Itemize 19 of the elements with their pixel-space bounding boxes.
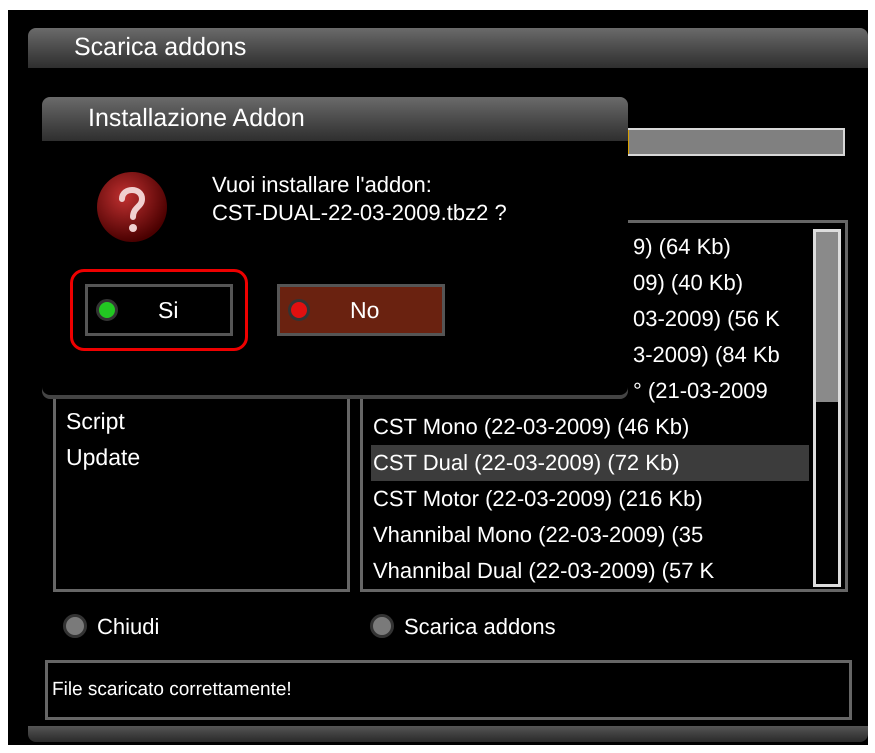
addon-item[interactable]: Vhannibal Dual (22-03-2009) (57 K [371,553,809,589]
addon-item[interactable]: Vhannibal Mono (22-03-2009) (35 [371,517,809,553]
dialog-button[interactable]: Si [85,284,233,336]
dialog-title: Installazione Addon [88,103,305,134]
category-item[interactable]: Update [66,439,347,475]
category-item[interactable]: Script [66,403,347,439]
status-message: File scaricato correttamente! [52,678,292,702]
window-title: Scarica addons [74,32,246,64]
scrollbar[interactable] [813,229,841,587]
addon-item[interactable]: CST Dual (22-03-2009) (72 Kb) [371,445,809,481]
scrollbar-thumb[interactable] [816,232,838,402]
dialog-message: Vuoi installare l'addon: [212,171,433,199]
key-label: Chiudi [97,612,160,640]
dialog-button[interactable]: No [277,284,445,336]
addon-item[interactable]: CST Mono (22-03-2009) (46 Kb) [371,409,809,445]
question-icon [96,171,168,243]
key-label: Scarica addons [404,612,556,640]
addon-item[interactable]: CST Motor (22-03-2009) (216 Kb) [371,481,809,517]
dialog-message: CST-DUAL-22-03-2009.tbz2 ? [212,199,507,227]
